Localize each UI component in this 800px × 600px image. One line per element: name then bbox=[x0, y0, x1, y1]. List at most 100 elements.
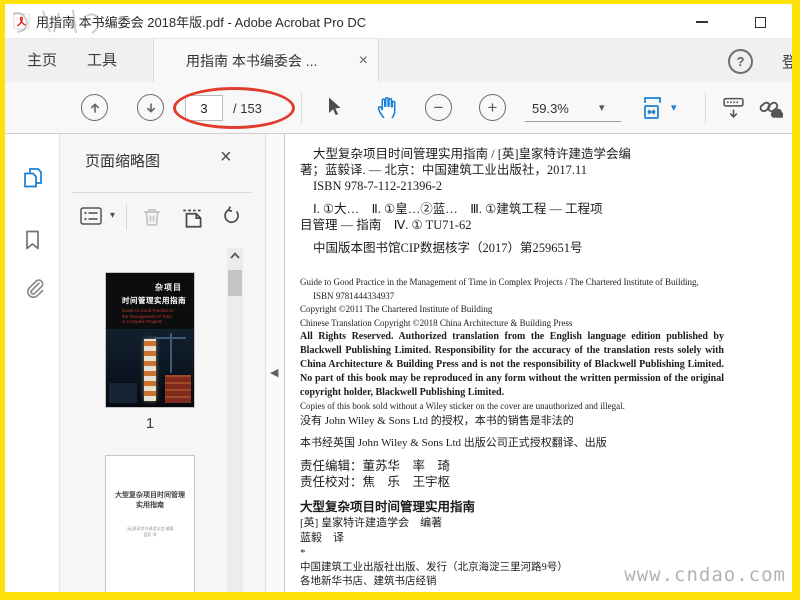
tab-document[interactable]: 用指南 本书编委会 ... × bbox=[153, 39, 379, 83]
help-button[interactable]: ? bbox=[728, 49, 753, 74]
minus-icon: − bbox=[433, 97, 444, 117]
document-page[interactable]: 大型复杂项目时间管理实用指南 / [英]皇家特许建造学会编 著；蓝毅译. — 北… bbox=[285, 134, 792, 592]
crop-pages-button[interactable] bbox=[180, 204, 206, 230]
tab-tools[interactable]: 工具 bbox=[75, 39, 129, 83]
panel-divider bbox=[72, 192, 251, 193]
zoom-dropdown-caret-icon[interactable]: ▾ bbox=[599, 101, 605, 114]
cover-building-red bbox=[165, 375, 191, 403]
doc-line: 本书经英国 John Wiley & Sons Ltd 出版公司正式授权翻译、出… bbox=[300, 436, 607, 449]
options-caret-icon[interactable]: ▾ bbox=[110, 210, 115, 221]
pages-icon bbox=[24, 168, 42, 188]
options-list-icon bbox=[80, 207, 102, 225]
fit-dropdown-caret-icon[interactable]: ▾ bbox=[671, 101, 677, 114]
doc-line: Guide to Good Practice in the Management… bbox=[300, 277, 699, 287]
cover-crane bbox=[170, 333, 172, 373]
doc-line: ISBN 9781444334937 bbox=[313, 290, 395, 301]
page-number-input[interactable] bbox=[185, 95, 223, 121]
doc-line: 责任编辑：董苏华 率 琦 bbox=[300, 458, 451, 473]
fit-width-button[interactable] bbox=[639, 95, 665, 121]
page2-title-line1: 大型复杂项目时间管理 bbox=[115, 492, 185, 499]
zoom-level-value[interactable]: 59.3% bbox=[532, 101, 569, 116]
bookmarks-button[interactable] bbox=[21, 228, 45, 252]
bookmark-icon bbox=[26, 230, 39, 250]
site-watermark: www.cndao.com bbox=[624, 564, 786, 586]
toolbar-separator bbox=[705, 93, 706, 123]
doc-line: 责任校对：焦 乐 王宇枢 bbox=[300, 474, 451, 489]
minimize-button[interactable] bbox=[688, 13, 716, 31]
doc-line: 中国版本图书馆CIP数据核字（2017）第259651号 bbox=[313, 241, 583, 255]
document-text: 大型复杂项目时间管理实用指南 / [英]皇家特许建造学会编 著；蓝毅译. — 北… bbox=[300, 146, 724, 589]
plus-icon: + bbox=[487, 97, 498, 117]
cover-title-line2: 时间管理实用指南 bbox=[122, 296, 186, 305]
acrobat-app-icon bbox=[13, 12, 30, 30]
doc-line: 目管理 — 指南 Ⅳ. ① TU71-62 bbox=[300, 218, 472, 232]
maximize-button[interactable] bbox=[746, 13, 774, 31]
thumbnails-scrollbar[interactable] bbox=[227, 248, 243, 592]
tab-home[interactable]: 主页 bbox=[15, 39, 69, 83]
acrobat-window: 用指南 本书编委会 2018年版.pdf - Adobe Acrobat Pro… bbox=[0, 0, 800, 600]
doc-paragraph-rights: All Rights Reserved. Authorized translat… bbox=[300, 331, 724, 398]
doc-line: Ⅰ. ①大… Ⅱ. ①皇…②蓝… Ⅲ. ①建筑工程 — 工程项 bbox=[313, 202, 603, 216]
main-toolbar: / 153 − + 59.3% ▾ ▾ bbox=[5, 82, 792, 134]
toolbar-panel-down-icon bbox=[723, 97, 744, 118]
thumbnail-options-button[interactable] bbox=[78, 204, 104, 228]
pointer-icon bbox=[329, 97, 341, 116]
panel-toolbar-separator bbox=[126, 204, 127, 230]
doc-line: 大型复杂项目时间管理实用指南 / [英]皇家特许建造学会编 bbox=[313, 147, 632, 161]
paperclip-icon bbox=[26, 279, 44, 299]
previous-page-button[interactable] bbox=[81, 94, 108, 121]
page2-translator: 蓝毅 译 bbox=[143, 532, 157, 537]
zoom-field-underline bbox=[525, 121, 621, 122]
toolbar-separator bbox=[301, 93, 302, 123]
cover-buildings-left bbox=[109, 383, 137, 403]
doc-line: Chinese Translation Copyright ©2018 Chin… bbox=[300, 317, 573, 328]
zoom-out-button[interactable]: − bbox=[425, 94, 452, 121]
rotate-page-button[interactable] bbox=[220, 204, 244, 230]
thumbnail-1-page-label: 1 bbox=[145, 415, 155, 432]
arrow-up-icon bbox=[90, 103, 99, 113]
select-tool-button[interactable] bbox=[321, 95, 345, 119]
navigation-rail bbox=[5, 134, 60, 592]
panel-title: 页面缩略图 bbox=[85, 153, 161, 170]
collapse-panel-button[interactable]: ◀ bbox=[270, 366, 278, 379]
doc-line: Copies of this book sold without a Wiley… bbox=[300, 401, 625, 411]
title-bar: 用指南 本书编委会 2018年版.pdf - Adobe Acrobat Pro… bbox=[5, 4, 792, 38]
doc-line: ISBN 978-7-112-21396-2 bbox=[313, 179, 443, 193]
collapse-toolbar-button[interactable] bbox=[721, 95, 746, 120]
close-tab-icon[interactable]: × bbox=[359, 52, 368, 70]
doc-line: 蓝毅 译 bbox=[300, 531, 344, 544]
help-icon: ? bbox=[736, 54, 745, 69]
scrollbar-thumb[interactable] bbox=[228, 270, 242, 296]
link-cloud-icon bbox=[759, 101, 783, 118]
doc-line: Copyright ©2011 The Chartered Institute … bbox=[300, 304, 493, 314]
doc-line: 著；蓝毅译. — 北京：中国建筑工业出版社，2017.11 bbox=[300, 163, 588, 177]
fit-width-icon bbox=[644, 97, 661, 119]
doc-book-title: 大型复杂项目时间管理实用指南 bbox=[300, 499, 476, 514]
panel-close-button[interactable]: × bbox=[220, 146, 232, 169]
hand-tool-button[interactable] bbox=[375, 95, 400, 120]
cover-crane-arm bbox=[154, 337, 186, 339]
page2-title-line2: 实用指南 bbox=[136, 502, 164, 509]
scroll-up-icon[interactable] bbox=[229, 251, 241, 260]
next-page-button[interactable] bbox=[137, 94, 164, 121]
page-thumbnail-1[interactable]: 杂项目 时间管理实用指南 Guide to Good Practice in t… bbox=[105, 272, 195, 408]
cover-title-line1: 杂项目 bbox=[155, 283, 182, 292]
page-count-label: / 153 bbox=[233, 101, 262, 116]
main-area: 页面缩略图 × ▾ 杂项目 时间管理实用指南 Guide to Good Pra… bbox=[5, 134, 792, 592]
share-link-button[interactable] bbox=[757, 95, 783, 121]
crop-page-icon bbox=[183, 209, 203, 228]
maximize-icon bbox=[754, 16, 766, 28]
hand-icon bbox=[377, 96, 396, 119]
panel-collapse-strip: ◀ bbox=[265, 134, 285, 592]
page-thumbnail-2[interactable]: 大型复杂项目时间管理 实用指南 [英]皇家特许建造学会 编著 蓝毅 译 中国建筑… bbox=[105, 455, 195, 592]
cover-photo bbox=[106, 329, 194, 407]
zoom-in-button[interactable]: + bbox=[479, 94, 506, 121]
minimize-icon bbox=[696, 21, 708, 23]
delete-page-button bbox=[144, 209, 160, 226]
trash-icon bbox=[144, 209, 160, 226]
doc-line: 没有 John Wiley & Sons Ltd 的授权，本书的销售是非法的 bbox=[300, 414, 574, 427]
attachments-button[interactable] bbox=[21, 274, 47, 300]
page-thumbnails-button[interactable] bbox=[21, 166, 45, 190]
window-title: 用指南 本书编委会 2018年版.pdf - Adobe Acrobat Pro… bbox=[36, 14, 367, 30]
sign-in-link[interactable]: 登 bbox=[782, 51, 792, 72]
